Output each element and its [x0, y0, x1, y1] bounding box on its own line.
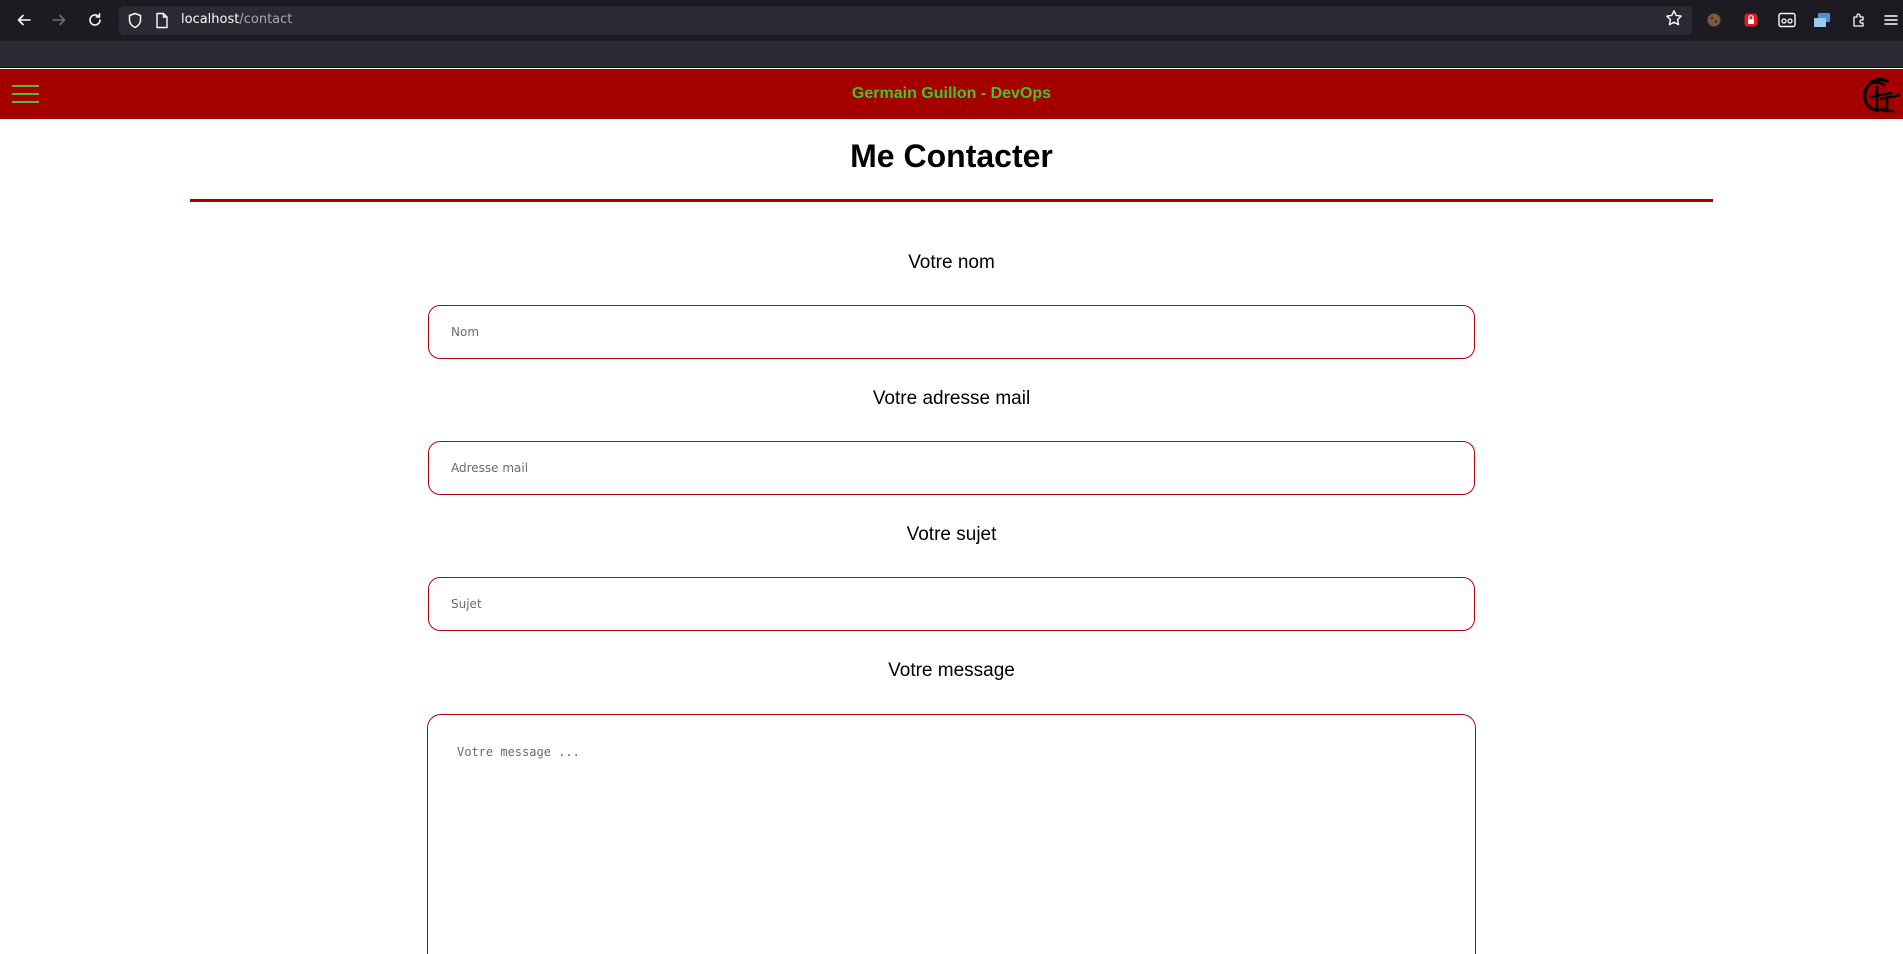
extensions-puzzle-icon[interactable] [1848, 9, 1870, 31]
url-path: /contact [239, 12, 293, 27]
page-title: Me Contacter [850, 138, 1053, 174]
title-divider [190, 199, 1713, 202]
browser-toolbar: localhost/contact [0, 0, 1903, 41]
url-host: localhost [181, 12, 240, 27]
app-menu-icon[interactable] [1880, 9, 1902, 31]
extension-cookie-icon[interactable] [1703, 9, 1725, 31]
message-label: Votre message [888, 660, 1015, 681]
extension-multi-window-icon[interactable] [1811, 9, 1833, 31]
hamburger-menu-icon[interactable] [12, 83, 39, 105]
forward-arrow-icon[interactable] [48, 9, 70, 31]
back-arrow-icon[interactable] [13, 9, 35, 31]
browser-bookmarks-strip [0, 41, 1903, 68]
bookmark-star-icon[interactable] [1665, 9, 1683, 32]
site-title-link[interactable]: Germain Guillon - DevOps [852, 85, 1051, 102]
email-input[interactable] [428, 441, 1475, 495]
subject-label: Votre sujet [906, 524, 997, 545]
subject-input[interactable] [428, 577, 1475, 631]
extension-reader-icon[interactable] [1776, 9, 1798, 31]
email-label: Votre adresse mail [872, 388, 1031, 409]
url-text: localhost/contact [181, 12, 292, 27]
extension-ublock-icon[interactable] [1740, 9, 1762, 31]
url-bar[interactable]: localhost/contact [119, 6, 1692, 35]
tracking-protection-shield-icon[interactable] [127, 12, 143, 34]
page-icon[interactable] [155, 12, 169, 34]
reload-icon[interactable] [84, 9, 106, 31]
name-label: Votre nom [908, 252, 995, 273]
site-header: Germain Guillon - DevOps [0, 69, 1903, 119]
site-title-wrapper: Germain Guillon - DevOps [0, 69, 1903, 119]
name-input[interactable] [428, 305, 1475, 359]
message-textarea[interactable] [427, 714, 1476, 954]
gg-logo[interactable] [1857, 73, 1901, 117]
